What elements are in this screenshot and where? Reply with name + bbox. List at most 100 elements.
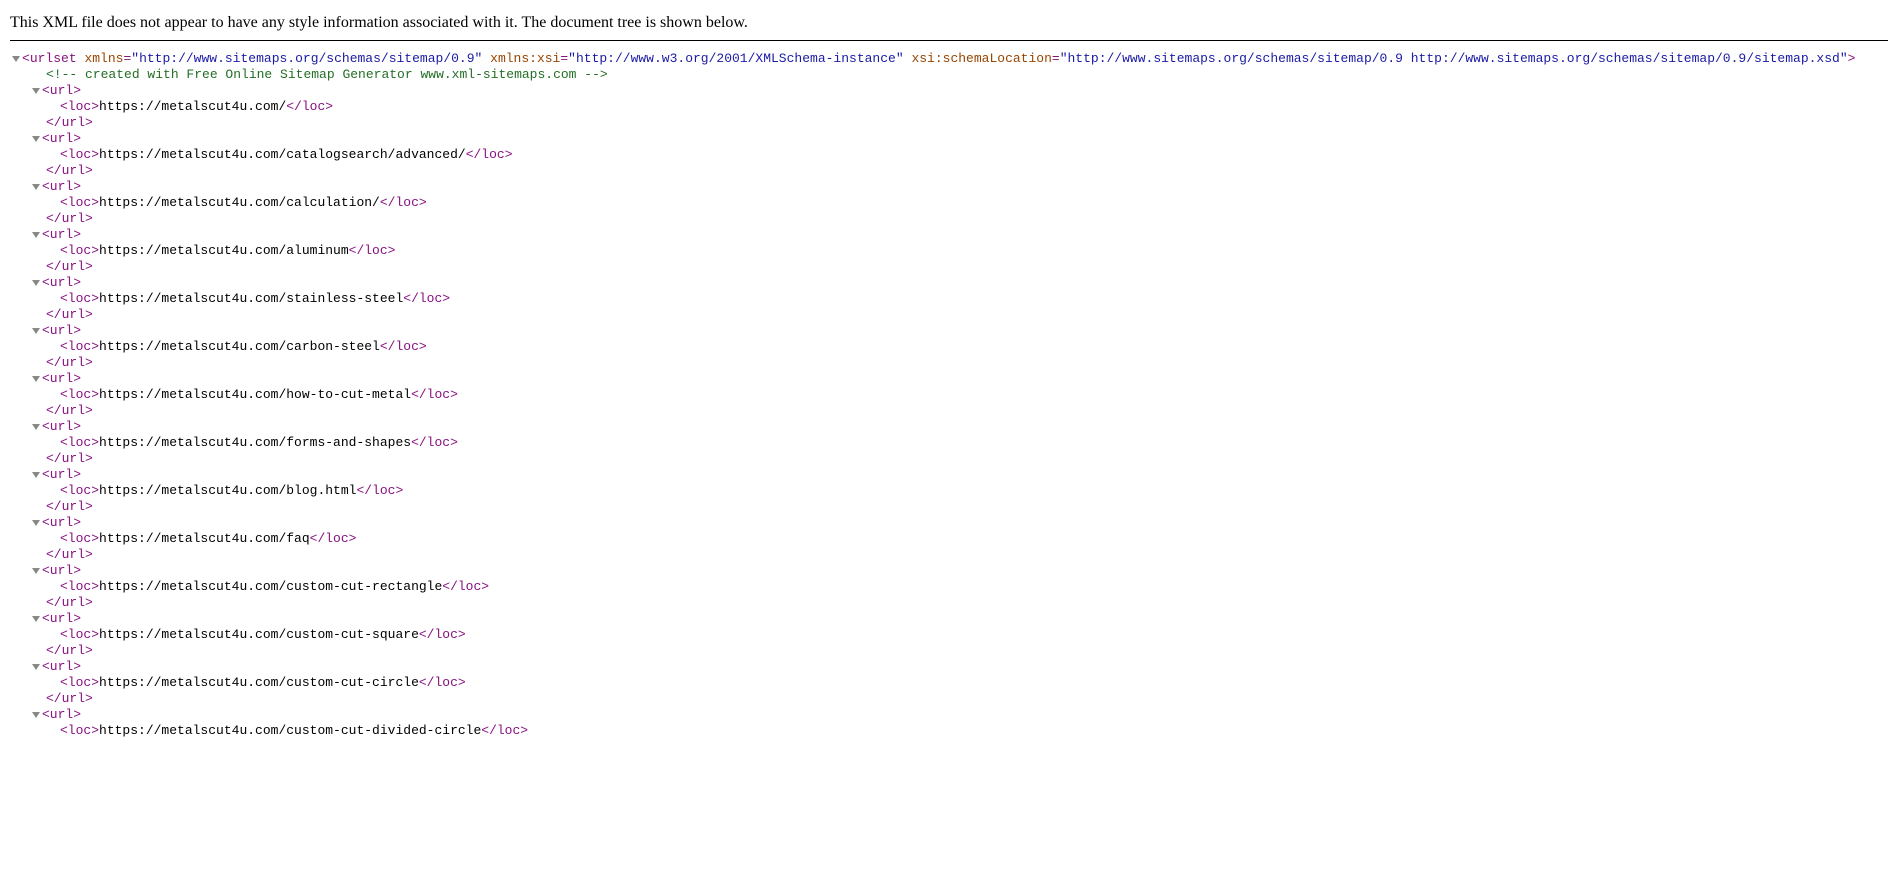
- loc-tag-open: <loc>: [60, 291, 99, 306]
- loc-tag-close: </loc>: [419, 675, 466, 690]
- loc-tag-close: </loc>: [286, 99, 333, 114]
- loc-tag-open: <loc>: [60, 579, 99, 594]
- loc-line: <loc>https://metalscut4u.com/catalogsear…: [10, 147, 1888, 163]
- url-tag-open: <url>: [42, 227, 81, 242]
- loc-line: <loc>https://metalscut4u.com/carbon-stee…: [10, 339, 1888, 355]
- loc-tag-close: </loc>: [349, 243, 396, 258]
- loc-line: <loc>https://metalscut4u.com/aluminum</l…: [10, 243, 1888, 259]
- chevron-down-icon[interactable]: [32, 664, 40, 670]
- loc-line: <loc>https://metalscut4u.com/custom-cut-…: [10, 579, 1888, 595]
- loc-tag-close: </loc>: [419, 627, 466, 642]
- loc-tag-open: <loc>: [60, 387, 99, 402]
- url-close: </url>: [10, 211, 1888, 227]
- loc-value: https://metalscut4u.com/: [99, 99, 286, 114]
- chevron-down-icon[interactable]: [32, 136, 40, 142]
- url-open[interactable]: <url>: [10, 563, 1888, 579]
- url-tag-open: <url>: [42, 563, 81, 578]
- chevron-down-icon[interactable]: [32, 712, 40, 718]
- xml-tree: <urlset xmlns="http://www.sitemaps.org/s…: [10, 51, 1888, 739]
- loc-line: <loc>https://metalscut4u.com/faq</loc>: [10, 531, 1888, 547]
- xml-comment: <!-- created with Free Online Sitemap Ge…: [10, 67, 1888, 83]
- url-open[interactable]: <url>: [10, 467, 1888, 483]
- chevron-down-icon[interactable]: [32, 88, 40, 94]
- url-tag-open: <url>: [42, 515, 81, 530]
- chevron-down-icon[interactable]: [32, 376, 40, 382]
- chevron-down-icon[interactable]: [32, 568, 40, 574]
- loc-tag-open: <loc>: [60, 243, 99, 258]
- url-close: </url>: [10, 547, 1888, 563]
- url-tag-open: <url>: [42, 83, 81, 98]
- loc-tag-open: <loc>: [60, 627, 99, 642]
- url-open[interactable]: <url>: [10, 131, 1888, 147]
- loc-value: https://metalscut4u.com/forms-and-shapes: [99, 435, 411, 450]
- chevron-down-icon[interactable]: [32, 520, 40, 526]
- loc-tag-open: <loc>: [60, 723, 99, 738]
- loc-value: https://metalscut4u.com/catalogsearch/ad…: [99, 147, 466, 162]
- loc-tag-close: </loc>: [310, 531, 357, 546]
- url-close: </url>: [10, 643, 1888, 659]
- loc-value: https://metalscut4u.com/custom-cut-squar…: [99, 627, 419, 642]
- url-tag-open: <url>: [42, 659, 81, 674]
- url-close: </url>: [10, 499, 1888, 515]
- loc-line: <loc>https://metalscut4u.com/forms-and-s…: [10, 435, 1888, 451]
- loc-tag-close: </loc>: [481, 723, 528, 738]
- url-open[interactable]: <url>: [10, 179, 1888, 195]
- chevron-down-icon[interactable]: [32, 328, 40, 334]
- loc-tag-open: <loc>: [60, 531, 99, 546]
- chevron-down-icon[interactable]: [32, 472, 40, 478]
- url-close: </url>: [10, 163, 1888, 179]
- url-open[interactable]: <url>: [10, 275, 1888, 291]
- loc-value: https://metalscut4u.com/custom-cut-circl…: [99, 675, 419, 690]
- loc-tag-close: </loc>: [403, 291, 450, 306]
- url-open[interactable]: <url>: [10, 371, 1888, 387]
- chevron-down-icon[interactable]: [32, 184, 40, 190]
- loc-tag-close: </loc>: [466, 147, 513, 162]
- loc-tag-open: <loc>: [60, 147, 99, 162]
- loc-tag-open: <loc>: [60, 435, 99, 450]
- url-open[interactable]: <url>: [10, 515, 1888, 531]
- url-open[interactable]: <url>: [10, 659, 1888, 675]
- chevron-down-icon[interactable]: [12, 56, 20, 62]
- url-open[interactable]: <url>: [10, 227, 1888, 243]
- loc-tag-close: </loc>: [411, 435, 458, 450]
- chevron-down-icon[interactable]: [32, 424, 40, 430]
- url-close: </url>: [10, 115, 1888, 131]
- url-tag-open: <url>: [42, 467, 81, 482]
- url-open[interactable]: <url>: [10, 323, 1888, 339]
- loc-tag-open: <loc>: [60, 675, 99, 690]
- loc-line: <loc>https://metalscut4u.com/blog.html</…: [10, 483, 1888, 499]
- loc-line: <loc>https://metalscut4u.com/calculation…: [10, 195, 1888, 211]
- loc-line: <loc>https://metalscut4u.com/</loc>: [10, 99, 1888, 115]
- loc-value: https://metalscut4u.com/aluminum: [99, 243, 349, 258]
- xml-no-style-message: This XML file does not appear to have an…: [10, 10, 1888, 40]
- url-open[interactable]: <url>: [10, 419, 1888, 435]
- url-list: <url><loc>https://metalscut4u.com/</loc>…: [10, 83, 1888, 739]
- loc-tag-open: <loc>: [60, 99, 99, 114]
- url-close: </url>: [10, 451, 1888, 467]
- url-tag-open: <url>: [42, 275, 81, 290]
- loc-value: https://metalscut4u.com/calculation/: [99, 195, 380, 210]
- url-tag-open: <url>: [42, 611, 81, 626]
- url-tag-open: <url>: [42, 707, 81, 722]
- urlset-open[interactable]: <urlset xmlns="http://www.sitemaps.org/s…: [10, 51, 1888, 67]
- chevron-down-icon[interactable]: [32, 232, 40, 238]
- chevron-down-icon[interactable]: [32, 280, 40, 286]
- url-tag-open: <url>: [42, 371, 81, 386]
- loc-value: https://metalscut4u.com/faq: [99, 531, 310, 546]
- url-close: </url>: [10, 403, 1888, 419]
- loc-tag-open: <loc>: [60, 339, 99, 354]
- loc-value: https://metalscut4u.com/how-to-cut-metal: [99, 387, 411, 402]
- url-open[interactable]: <url>: [10, 707, 1888, 723]
- loc-tag-close: </loc>: [380, 195, 427, 210]
- loc-value: https://metalscut4u.com/carbon-steel: [99, 339, 380, 354]
- url-close: </url>: [10, 307, 1888, 323]
- chevron-down-icon[interactable]: [32, 616, 40, 622]
- url-open[interactable]: <url>: [10, 83, 1888, 99]
- url-tag-open: <url>: [42, 179, 81, 194]
- loc-line: <loc>https://metalscut4u.com/stainless-s…: [10, 291, 1888, 307]
- loc-line: <loc>https://metalscut4u.com/custom-cut-…: [10, 723, 1888, 739]
- url-close: </url>: [10, 259, 1888, 275]
- loc-tag-open: <loc>: [60, 483, 99, 498]
- loc-value: https://metalscut4u.com/custom-cut-recta…: [99, 579, 442, 594]
- url-open[interactable]: <url>: [10, 611, 1888, 627]
